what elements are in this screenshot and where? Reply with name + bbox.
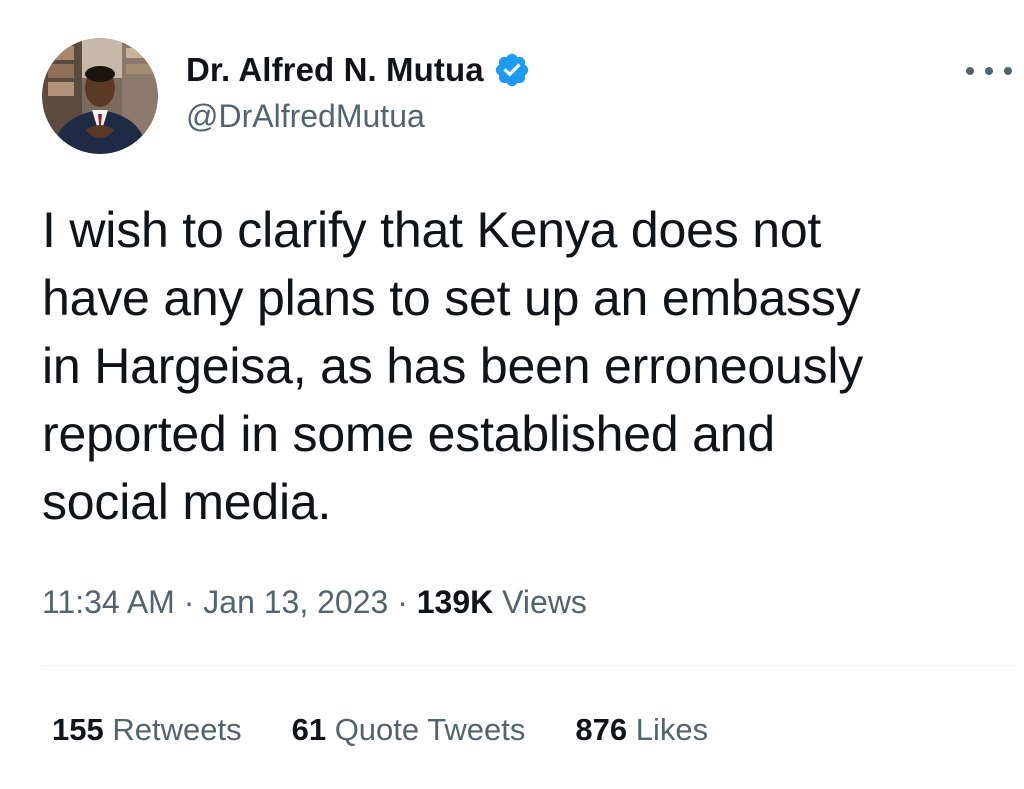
profile-photo-icon [42, 38, 158, 154]
verified-badge-icon [493, 51, 531, 89]
meta-separator: · [183, 584, 204, 620]
retweets-label: Retweets [112, 712, 242, 747]
retweets-stat[interactable]: 155 Retweets [52, 712, 242, 748]
engagement-stats: 155 Retweets 61 Quote Tweets 876 Likes [52, 712, 758, 748]
divider [42, 665, 1016, 666]
likes-label: Likes [635, 712, 709, 747]
quote-tweets-count: 61 [291, 712, 335, 747]
author-display-name[interactable]: Dr. Alfred N. Mutua [186, 51, 484, 89]
tweet-meta: 11:34 AM · Jan 13, 2023 · 139K Views [42, 584, 587, 621]
quote-tweets-stat[interactable]: 61 Quote Tweets [292, 712, 526, 748]
more-options-icon[interactable] [966, 58, 1012, 84]
likes-count: 876 [575, 712, 636, 747]
likes-stat[interactable]: 876 Likes [575, 712, 708, 748]
tweet-date[interactable]: Jan 13, 2023 [203, 584, 388, 620]
views-count[interactable]: 139K [417, 584, 502, 620]
more-dot [1004, 67, 1012, 75]
tweet-card: Dr. Alfred N. Mutua @DrAlfredMutua I wis… [0, 0, 1024, 789]
meta-separator: · [397, 584, 417, 620]
views-label: Views [502, 584, 587, 620]
author-handle[interactable]: @DrAlfredMutua [186, 98, 425, 135]
more-dot [966, 67, 974, 75]
avatar[interactable] [42, 38, 158, 154]
more-dot [985, 67, 993, 75]
tweet-time[interactable]: 11:34 AM [42, 584, 175, 620]
tweet-text: I wish to clarify that Kenya does not ha… [42, 202, 864, 530]
retweets-count: 155 [52, 712, 113, 747]
quote-tweets-label: Quote Tweets [334, 712, 526, 747]
author-name-row: Dr. Alfred N. Mutua [186, 48, 531, 92]
